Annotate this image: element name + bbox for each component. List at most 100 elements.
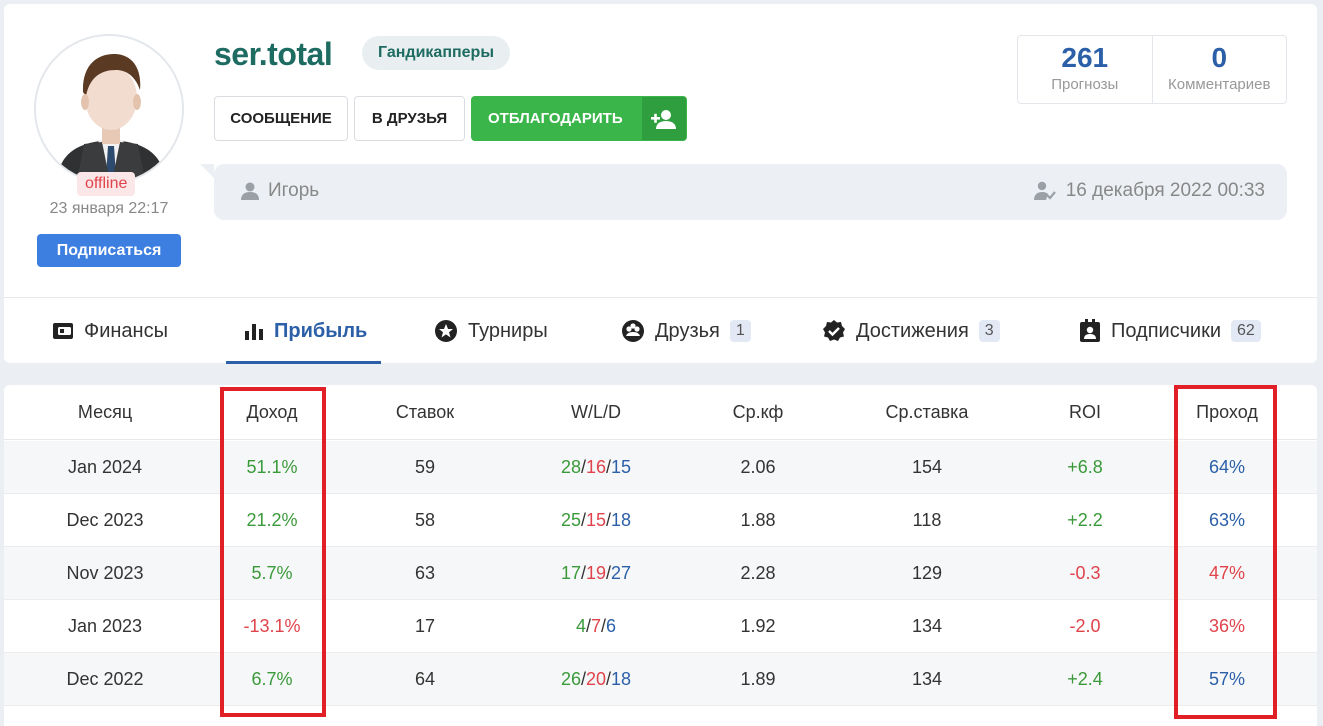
table-header: Месяц Доход Ставок W/L/D Ср.кф Ср.ставка… xyxy=(4,385,1317,440)
tab-profit-label: Прибыль xyxy=(274,319,368,342)
tab-finances-label: Финансы xyxy=(84,319,168,342)
cell-losses: 19 xyxy=(585,563,607,583)
add-friend-button[interactable]: В ДРУЗЬЯ xyxy=(354,96,465,141)
stat-forecasts[interactable]: 261 Прогнозы xyxy=(1018,36,1152,103)
stat-comments-label: Комментариев xyxy=(1168,76,1271,93)
tab-friends[interactable]: Друзья 1 xyxy=(621,298,751,364)
table-row: Nov 2023 5.7% 63 17/19/27 2.28 129 -0.3 … xyxy=(4,547,1317,600)
cell-draws: 27 xyxy=(611,563,632,583)
tab-subscribers-label: Подписчики xyxy=(1111,319,1222,342)
cell-roi: -2.0 xyxy=(1069,616,1101,636)
tab-tournaments-label: Турниры xyxy=(468,319,548,342)
cell-wld: 4/7/6 xyxy=(575,616,617,636)
info-registration: 16 декабря 2022 00:33 xyxy=(1033,180,1265,202)
cell-draws: 15 xyxy=(611,457,632,477)
col-avg-odds-header[interactable]: Ср.кф xyxy=(733,385,784,440)
col-bets-header[interactable]: Ставок xyxy=(396,385,454,440)
stats-box: 261 Прогнозы 0 Комментариев xyxy=(1017,35,1287,104)
cell-month: Dec 2022 xyxy=(66,669,144,689)
username[interactable]: ser.total xyxy=(214,36,333,73)
cell-month: Nov 2023 xyxy=(66,563,144,583)
subscribers-count-badge: 62 xyxy=(1231,320,1261,342)
table-row: Jan 2024 51.1% 59 28/16/15 2.06 154 +6.8… xyxy=(4,441,1317,494)
cell-avg-odds: 1.92 xyxy=(740,616,776,636)
table-row: Dec 2023 21.2% 58 25/15/18 1.88 118 +2.2… xyxy=(4,494,1317,547)
tab-achievements[interactable]: Достижения 3 xyxy=(822,298,1000,364)
cell-wld: 26/20/18 xyxy=(560,669,632,689)
user-icon xyxy=(241,182,259,200)
cell-bets: 64 xyxy=(414,669,436,689)
thank-button[interactable]: ОТБЛАГОДАРИТЬ xyxy=(471,96,687,141)
add-user-icon[interactable] xyxy=(642,97,686,140)
cell-bets: 17 xyxy=(414,616,436,636)
message-button[interactable]: СООБЩЕНИЕ xyxy=(214,96,348,141)
cell-month: Jan 2024 xyxy=(67,457,143,477)
tab-subscribers[interactable]: Подписчики 62 xyxy=(1079,298,1261,364)
user-check-icon xyxy=(1033,181,1056,200)
real-name: Игорь xyxy=(268,180,320,201)
cell-roi: +2.2 xyxy=(1067,510,1103,530)
income-column-highlight xyxy=(220,387,326,717)
profile-card: offline 23 января 22:17 Подписаться ser.… xyxy=(4,4,1317,364)
cell-draws: 18 xyxy=(611,510,632,530)
badge-check-icon xyxy=(823,320,845,341)
col-roi-header[interactable]: ROI xyxy=(1069,385,1101,440)
cell-month: Jan 2023 xyxy=(67,616,143,636)
col-avg-stake-header[interactable]: Ср.ставка xyxy=(886,385,969,440)
registration-date: 16 декабря 2022 00:33 xyxy=(1065,180,1265,201)
cell-avg-odds: 2.06 xyxy=(740,457,776,477)
stat-forecasts-value: 261 xyxy=(1061,42,1109,73)
bar-chart-icon xyxy=(245,324,263,340)
cell-avg-stake: 134 xyxy=(911,669,943,689)
cell-avg-odds: 1.89 xyxy=(740,669,776,689)
cell-draws: 18 xyxy=(611,669,632,689)
cell-draws: 6 xyxy=(606,616,617,636)
cell-roi: +6.8 xyxy=(1067,457,1103,477)
subscribe-button[interactable]: Подписаться xyxy=(37,234,181,267)
cell-roi: -0.3 xyxy=(1069,563,1101,583)
cell-wld: 28/16/15 xyxy=(560,457,632,477)
pass-column-highlight xyxy=(1174,385,1277,719)
col-month-header[interactable]: Месяц xyxy=(78,385,132,440)
group-icon xyxy=(622,320,644,342)
tab-friends-label: Друзья xyxy=(655,319,720,342)
achievements-count-badge: 3 xyxy=(978,320,1000,342)
avatar-image xyxy=(36,36,182,182)
table-row: Dec 2022 6.7% 64 26/20/18 1.89 134 +2.4 … xyxy=(4,653,1317,706)
stat-forecasts-label: Прогнозы xyxy=(1051,76,1119,93)
star-icon xyxy=(435,320,457,342)
cell-bets: 58 xyxy=(414,510,436,530)
wallet-icon xyxy=(53,323,73,339)
cell-avg-odds: 2.28 xyxy=(740,563,776,583)
cell-losses: 20 xyxy=(585,669,607,689)
cell-losses: 15 xyxy=(585,510,607,530)
cell-wins: 26 xyxy=(560,669,581,689)
cell-avg-stake: 129 xyxy=(911,563,943,583)
tab-profit[interactable]: Прибыль xyxy=(225,298,382,364)
cell-wld: 17/19/27 xyxy=(560,563,632,583)
status-badge: offline xyxy=(77,172,136,196)
cell-roi: +2.4 xyxy=(1067,669,1103,689)
info-name: Игорь xyxy=(240,180,319,202)
tab-tournaments[interactable]: Турниры xyxy=(434,298,548,364)
stat-comments[interactable]: 0 Комментариев xyxy=(1151,36,1287,103)
info-bar: Игорь 16 декабря 2022 00:33 xyxy=(200,164,1287,220)
col-wld-header[interactable]: W/L/D xyxy=(571,385,621,440)
cell-wins: 17 xyxy=(560,563,581,583)
group-badge[interactable]: Гандикапперы xyxy=(362,36,510,70)
thank-button-label: ОТБЛАГОДАРИТЬ xyxy=(488,110,623,127)
last-seen-time: 23 января 22:17 xyxy=(49,200,169,217)
cell-avg-stake: 118 xyxy=(912,510,942,530)
friends-count-badge: 1 xyxy=(729,320,751,342)
cell-wins: 4 xyxy=(575,616,586,636)
tab-finances[interactable]: Финансы xyxy=(52,298,168,364)
cell-avg-stake: 134 xyxy=(911,616,943,636)
cell-losses: 16 xyxy=(585,457,607,477)
cell-wins: 25 xyxy=(560,510,581,530)
cell-avg-stake: 154 xyxy=(911,457,943,477)
profit-table: Месяц Доход Ставок W/L/D Ср.кф Ср.ставка… xyxy=(4,385,1317,726)
cell-bets: 59 xyxy=(414,457,436,477)
avatar[interactable] xyxy=(34,34,184,184)
profile-tabs: Финансы Прибыль Турниры Друзья 1 Достиже… xyxy=(4,297,1317,364)
cell-avg-odds: 1.88 xyxy=(740,510,776,530)
